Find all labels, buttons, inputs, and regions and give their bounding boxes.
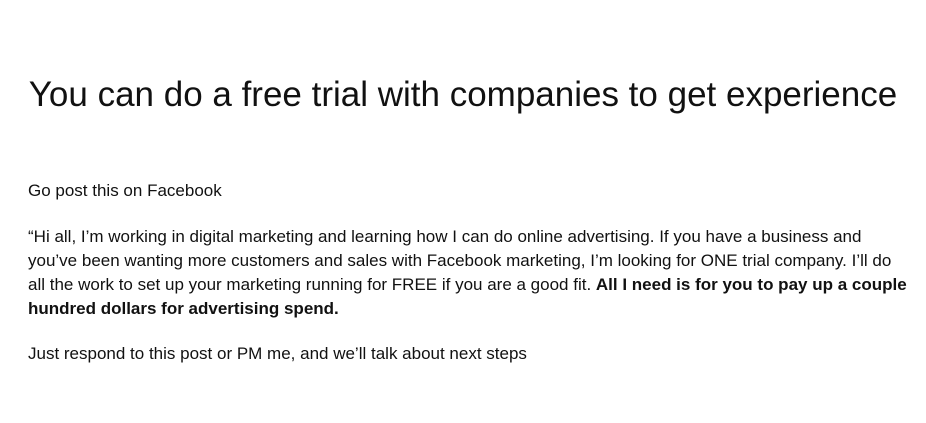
closing-text: Just respond to this post or PM me, and … bbox=[28, 344, 527, 363]
slide: You can do a free trial with companies t… bbox=[0, 0, 926, 423]
slide-title: You can do a free trial with companies t… bbox=[28, 75, 898, 115]
facebook-post-quote: “Hi all, I’m working in digital marketin… bbox=[28, 225, 908, 321]
intro-text: Go post this on Facebook bbox=[28, 181, 222, 200]
